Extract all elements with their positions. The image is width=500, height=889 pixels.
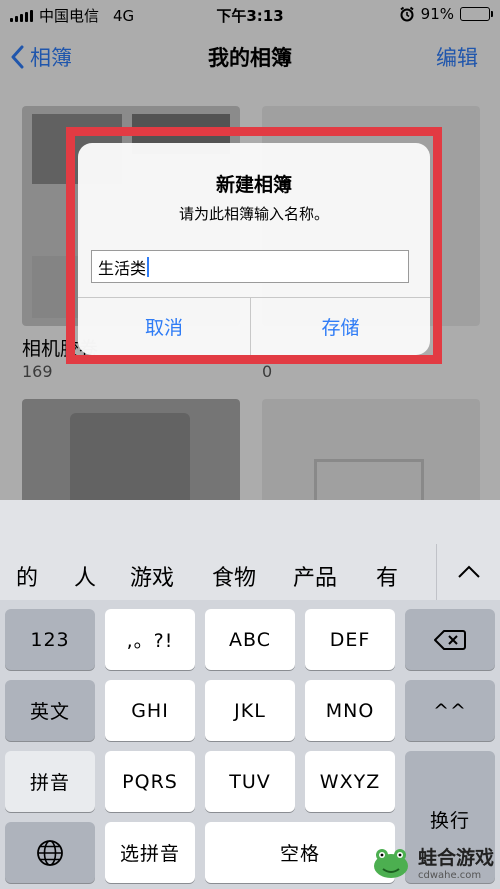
album-name-input-value: 生活类	[98, 258, 147, 278]
watermark: 蛙合游戏 cdwahe.com	[370, 843, 494, 881]
jkl-key[interactable]: JKL	[205, 680, 295, 741]
mno-key[interactable]: MNO	[305, 680, 395, 741]
space-key[interactable]: 空格	[205, 822, 395, 883]
watermark-url: cdwahe.com	[417, 870, 482, 881]
abc-key[interactable]: ABC	[205, 609, 295, 670]
expand-candidates-button[interactable]	[436, 544, 500, 600]
watermark-brand: 蛙合游戏	[417, 847, 494, 869]
candidate-word[interactable]: 游戏	[130, 560, 174, 592]
emoticon-key[interactable]: ^^	[405, 680, 495, 741]
select-pinyin-key[interactable]: 选拼音	[105, 822, 195, 883]
candidate-word[interactable]: 产品	[293, 560, 337, 592]
english-key[interactable]: 英文	[5, 680, 95, 741]
globe-icon	[37, 839, 63, 866]
ghi-key[interactable]: GHI	[105, 680, 195, 741]
save-button[interactable]: 存储	[251, 298, 430, 355]
candidate-word[interactable]: 的	[16, 560, 38, 592]
candidate-word[interactable]: 食物	[212, 560, 256, 592]
text-cursor	[147, 256, 150, 277]
candidate-bar: 的 人 游戏 食物 产品 有	[0, 500, 500, 600]
globe-key[interactable]	[5, 822, 95, 883]
candidate-word[interactable]: 有	[376, 560, 398, 592]
keyboard: 的 人 游戏 食物 产品 有 123 ,。?! ABC DEF 英文 GHI J…	[0, 500, 500, 889]
dialog-message: 请为此相簿输入名称。	[178, 205, 329, 223]
def-key[interactable]: DEF	[305, 609, 395, 670]
numbers-key[interactable]: 123	[5, 609, 95, 670]
wxyz-key[interactable]: WXYZ	[305, 751, 395, 812]
delete-key[interactable]	[405, 609, 495, 670]
cancel-button[interactable]: 取消	[78, 298, 250, 355]
chevron-up-icon	[457, 565, 480, 578]
album-name-input[interactable]: 生活类	[91, 250, 409, 283]
tuv-key[interactable]: TUV	[205, 751, 295, 812]
watermark-text: 蛙合游戏 cdwahe.com	[418, 843, 494, 881]
delete-backspace-icon	[434, 629, 466, 650]
punctuation-key[interactable]: ,。?!	[105, 609, 195, 670]
candidate-word[interactable]: 人	[74, 560, 96, 592]
pqrs-key[interactable]: PQRS	[105, 751, 195, 812]
pinyin-key[interactable]: 拼音	[5, 751, 95, 812]
new-album-dialog: 新建相簿 请为此相簿输入名称。 生活类 取消 存储	[78, 143, 430, 355]
dialog-title: 新建相簿	[215, 174, 292, 196]
frog-logo-icon	[373, 849, 408, 878]
